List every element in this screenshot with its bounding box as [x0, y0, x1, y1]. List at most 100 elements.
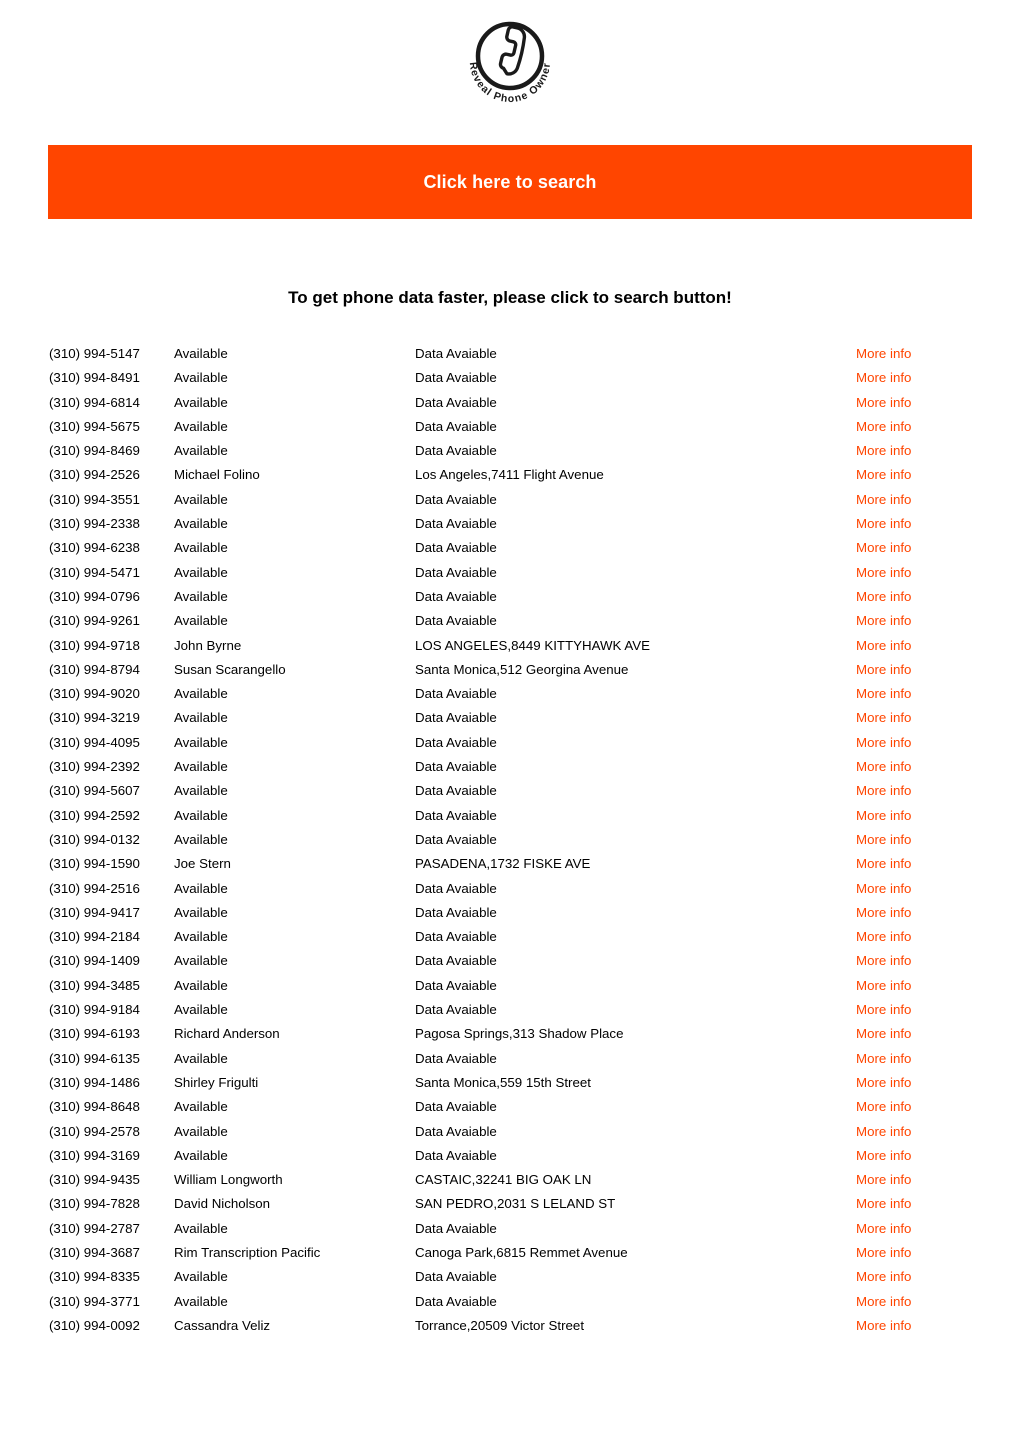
- phone-number-cell: (310) 994-1590: [49, 856, 140, 872]
- owner-name-cell: Available: [174, 1269, 228, 1285]
- more-info-link[interactable]: More info: [856, 832, 911, 847]
- phone-listing-body: (310) 994-5147 Available Data Avaiable More…: [49, 342, 969, 1338]
- more-info-link[interactable]: More info: [856, 1075, 911, 1090]
- address-cell: Data Avaiable: [415, 1147, 497, 1163]
- more-info-link[interactable]: More info: [856, 492, 911, 507]
- address-cell: Data Avaiable: [415, 1099, 497, 1115]
- search-banner-label: Click here to search: [423, 171, 597, 192]
- more-info-link[interactable]: More info: [856, 710, 911, 725]
- table-row: (310) 994-2592 Available Data Avaiable More…: [49, 804, 969, 828]
- address-cell: Data Avaiable: [415, 443, 497, 459]
- more-info-link[interactable]: More info: [856, 1245, 911, 1260]
- address-cell: Data Avaiable: [415, 734, 497, 750]
- table-row: (310) 994-2578 Available Data Avaiable More…: [49, 1120, 969, 1144]
- more-info-cell: More info: [856, 731, 969, 755]
- address-cell: Data Avaiable: [415, 1269, 497, 1285]
- more-info-link[interactable]: More info: [856, 1172, 911, 1187]
- more-info-link[interactable]: More info: [856, 1002, 911, 1017]
- phone-number-cell: (310) 994-2184: [49, 929, 140, 945]
- table-row: (310) 994-0796 Available Data Avaiable More…: [49, 585, 969, 609]
- more-info-cell: More info: [856, 609, 969, 633]
- more-info-cell: More info: [856, 1314, 969, 1338]
- table-row: (310) 994-2392 Available Data Avaiable More…: [49, 755, 969, 779]
- phone-number-cell: (310) 994-9261: [49, 613, 140, 629]
- table-row: (310) 994-2516 Available Data Avaiable More…: [49, 877, 969, 901]
- owner-name-cell: Available: [174, 929, 228, 945]
- phone-number-cell: (310) 994-0796: [49, 588, 140, 604]
- more-info-link[interactable]: More info: [856, 1221, 911, 1236]
- owner-name-cell: Available: [174, 831, 228, 847]
- phone-number-cell: (310) 994-5147: [49, 346, 140, 361]
- owner-name-cell: Available: [174, 977, 228, 993]
- more-info-link[interactable]: More info: [856, 1124, 911, 1139]
- more-info-cell: More info: [856, 391, 969, 415]
- more-info-link[interactable]: More info: [856, 978, 911, 993]
- table-row: (310) 994-4095 Available Data Avaiable More…: [49, 731, 969, 755]
- owner-name-cell: Shirley Frigulti: [174, 1074, 259, 1090]
- phone-number-cell: (310) 994-6135: [49, 1050, 140, 1066]
- more-info-link[interactable]: More info: [856, 1099, 911, 1114]
- phone-listing-table: (310) 994-5147 Available Data Avaiable More…: [49, 342, 969, 1338]
- more-info-link[interactable]: More info: [856, 1148, 911, 1163]
- more-info-link[interactable]: More info: [856, 1294, 911, 1309]
- owner-name-cell: Available: [174, 370, 228, 386]
- address-cell: Data Avaiable: [415, 1002, 497, 1018]
- address-cell: Data Avaiable: [415, 1220, 497, 1236]
- search-banner-button[interactable]: Click here to search: [48, 145, 972, 219]
- more-info-link[interactable]: More info: [856, 808, 911, 823]
- more-info-link[interactable]: More info: [856, 419, 911, 434]
- more-info-cell: More info: [856, 1168, 969, 1192]
- table-row: (310) 994-9435 William Longworth CASTAIC,3…: [49, 1168, 969, 1192]
- more-info-link[interactable]: More info: [856, 346, 911, 361]
- more-info-link[interactable]: More info: [856, 662, 911, 677]
- more-info-link[interactable]: More info: [856, 565, 911, 580]
- more-info-link[interactable]: More info: [856, 735, 911, 750]
- owner-name-cell: Available: [174, 1220, 228, 1236]
- more-info-link[interactable]: More info: [856, 395, 911, 410]
- owner-name-cell: Available: [174, 807, 228, 823]
- table-row: (310) 994-8491 Available Data Avaiable More…: [49, 366, 969, 390]
- more-info-link[interactable]: More info: [856, 1269, 911, 1284]
- owner-name-cell: Available: [174, 443, 228, 459]
- address-cell: Data Avaiable: [415, 759, 497, 775]
- more-info-link[interactable]: More info: [856, 443, 911, 458]
- address-cell: PASADENA,1732 FISKE AVE: [415, 856, 591, 872]
- more-info-link[interactable]: More info: [856, 783, 911, 798]
- more-info-link[interactable]: More info: [856, 929, 911, 944]
- more-info-link[interactable]: More info: [856, 638, 911, 653]
- phone-number-cell: (310) 994-8794: [49, 661, 140, 677]
- more-info-link[interactable]: More info: [856, 1196, 911, 1211]
- more-info-cell: More info: [856, 779, 969, 803]
- more-info-link[interactable]: More info: [856, 370, 911, 385]
- table-row: (310) 994-2338 Available Data Avaiable More…: [49, 512, 969, 536]
- more-info-link[interactable]: More info: [856, 953, 911, 968]
- more-info-link[interactable]: More info: [856, 613, 911, 628]
- more-info-link[interactable]: More info: [856, 881, 911, 896]
- table-row: (310) 994-1486 Shirley Frigulti Santa Moni…: [49, 1071, 969, 1095]
- more-info-link[interactable]: More info: [856, 516, 911, 531]
- more-info-link[interactable]: More info: [856, 589, 911, 604]
- owner-name-cell: Available: [174, 1050, 228, 1066]
- more-info-link[interactable]: More info: [856, 1318, 911, 1333]
- owner-name-cell: Available: [174, 783, 228, 799]
- owner-name-cell: Available: [174, 1099, 228, 1115]
- address-cell: Data Avaiable: [415, 831, 497, 847]
- address-cell: LOS ANGELES,8449 KITTYHAWK AVE: [415, 637, 651, 653]
- more-info-link[interactable]: More info: [856, 1026, 911, 1041]
- more-info-link[interactable]: More info: [856, 856, 911, 871]
- owner-name-cell: Available: [174, 588, 228, 604]
- more-info-link[interactable]: More info: [856, 905, 911, 920]
- more-info-link[interactable]: More info: [856, 759, 911, 774]
- more-info-cell: More info: [856, 682, 969, 706]
- more-info-link[interactable]: More info: [856, 1051, 911, 1066]
- more-info-cell: More info: [856, 998, 969, 1022]
- more-info-link[interactable]: More info: [856, 686, 911, 701]
- phone-number-cell: (310) 994-6193: [49, 1026, 140, 1042]
- table-row: (310) 994-6193 Richard Anderson Pagosa Spr…: [49, 1022, 969, 1046]
- phone-number-cell: (310) 994-6814: [49, 394, 140, 410]
- address-cell: Data Avaiable: [415, 710, 497, 726]
- table-row: (310) 994-6238 Available Data Avaiable More…: [49, 536, 969, 560]
- more-info-link[interactable]: More info: [856, 540, 911, 555]
- more-info-link[interactable]: More info: [856, 467, 911, 482]
- phone-number-cell: (310) 994-3551: [49, 491, 140, 507]
